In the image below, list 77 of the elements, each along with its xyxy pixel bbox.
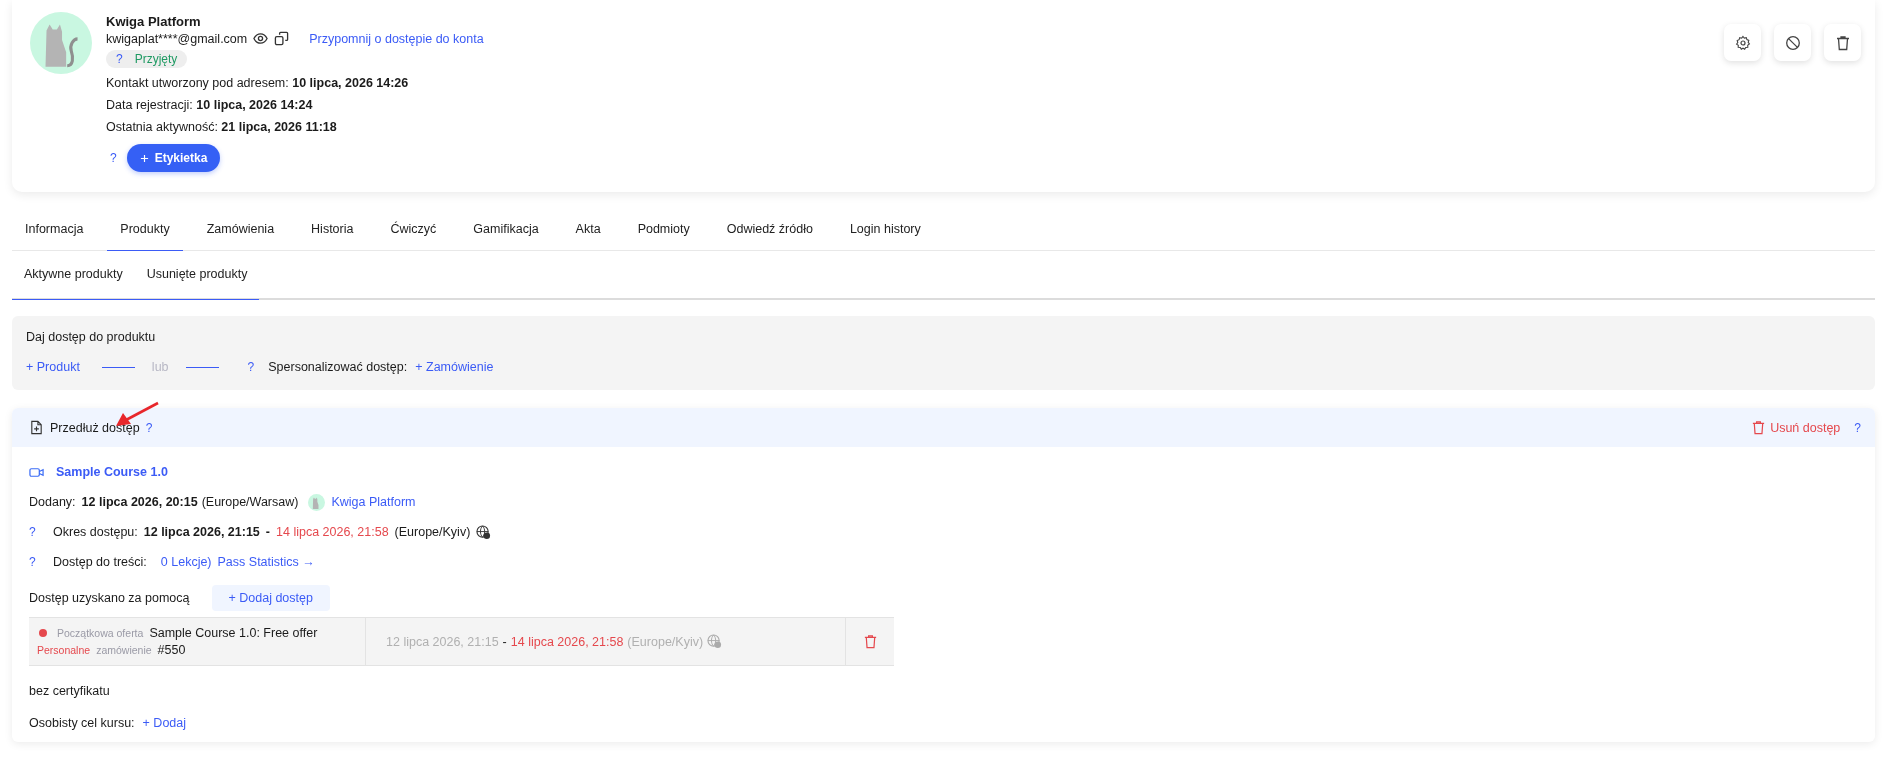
avatar [30,12,92,74]
access-via-label: Dostęp uzyskano za pomocą [29,591,190,605]
personalize-label: Spersonalizować dostęp: [268,360,408,374]
period-start: 12 lipca 2026, 21:15 [386,634,499,649]
eye-icon[interactable] [253,31,269,46]
period-end: 14 lipca 2026, 21:58 [276,525,389,539]
period-separator: - [502,634,507,649]
certificate-status: bez certyfikatu [29,684,111,698]
tab[interactable]: Historia [298,209,367,251]
detail-line: Data rejestracji: 10 lipca, 2026 14:24 [106,98,314,112]
add-order-link[interactable]: + Zamówienie [415,360,494,374]
timezone-label: (Europe/Kyiv) [627,634,704,649]
or-label: lub [151,360,169,374]
pass-statistics-link[interactable]: Pass Statistics → [217,555,315,569]
add-goal-link[interactable]: + Dodaj [142,716,187,730]
help-icon[interactable]: ? [145,420,153,435]
contact-email: kwigaplat****@gmail.com [106,31,248,46]
tab[interactable]: Produkty [107,209,183,251]
remove-access-link[interactable]: Usuń dostęp [1751,420,1841,435]
trash-icon [1834,34,1851,51]
added-date: 12 lipca 2026, 20:15 [81,495,198,509]
help-icon[interactable]: ? [1854,420,1861,435]
period-label: Okres dostępu: [53,525,138,539]
delete-button[interactable] [1824,24,1861,61]
extend-access-title[interactable]: Przedłuż dostęp [50,420,140,435]
help-icon[interactable]: ? [116,52,123,66]
add-product-link[interactable]: + Produkt [26,360,80,374]
added-label: Dodany: [29,495,76,509]
copy-icon[interactable] [274,31,290,46]
lessons-link[interactable]: 0 Lekcje) [160,555,212,569]
offer-name: Sample Course 1.0: Free offer [149,626,318,640]
add-access-button[interactable]: + Dodaj dostęp [211,585,330,611]
tab[interactable]: Zamówienia [193,209,288,251]
delete-icon[interactable] [862,634,878,649]
globe-clock-icon [707,634,723,649]
globe-clock-icon [476,524,492,540]
avatar [308,493,326,511]
status-label: Przyjęty [134,52,178,66]
period-start: 12 lipca 2026, 21:15 [143,525,260,539]
timezone-label: (Europe/Kyiv) [394,525,471,539]
block-icon [1784,34,1801,51]
panel-title: Daj dostęp do produktu [26,330,157,344]
plus-icon [139,153,149,163]
tab[interactable]: Podmioty [624,209,703,251]
tab[interactable]: Akta [562,209,614,251]
subtab[interactable]: Aktywne produkty [12,251,135,300]
tab[interactable]: Informacja [12,209,97,251]
order-label: zamówienie [96,644,152,656]
tab[interactable]: Gamifikacja [460,209,552,251]
tab[interactable]: Odwiedź źródło [713,209,826,251]
help-icon[interactable]: ? [29,555,47,569]
goal-label: Osobisty cel kursu: [29,716,135,730]
help-icon[interactable]: ? [247,360,255,374]
course-link[interactable]: Sample Course 1.0 [56,465,168,479]
detail-line: Ostatnia aktywność: 21 lipca, 2026 11:18 [106,120,338,134]
period-separator: - [265,525,270,539]
detail-line: Kontakt utworzony pod adresem: 10 lipca, 2026 14:26 [106,76,410,90]
tab[interactable]: Login history [836,209,934,251]
remind-access-link[interactable]: Przypomnij o dostępie do konta [309,31,484,46]
file-plus-icon [29,420,44,435]
block-button[interactable] [1774,24,1811,61]
order-kind: Personalne [37,644,91,656]
help-icon[interactable]: ? [110,151,117,165]
tab[interactable]: Ćwiczyć [377,209,450,251]
settings-button[interactable] [1724,24,1761,61]
add-tag-button[interactable]: Etykietka [126,144,221,172]
help-icon[interactable]: ? [29,525,47,539]
timezone-label: (Europe/Warsaw) [201,495,299,509]
contact-name: Kwiga Platform [106,14,202,29]
author-link[interactable]: Kwiga Platform [331,495,416,509]
order-number: #550 [157,643,186,657]
subtab[interactable]: Usunięte produkty [134,251,260,300]
content-label: Dostęp do treści: [53,555,147,569]
trash-icon [1751,420,1767,435]
offer-label: Początkowa oferta [57,627,144,639]
period-end: 14 lipca 2026, 21:58 [510,634,624,649]
gear-icon [1734,34,1751,51]
